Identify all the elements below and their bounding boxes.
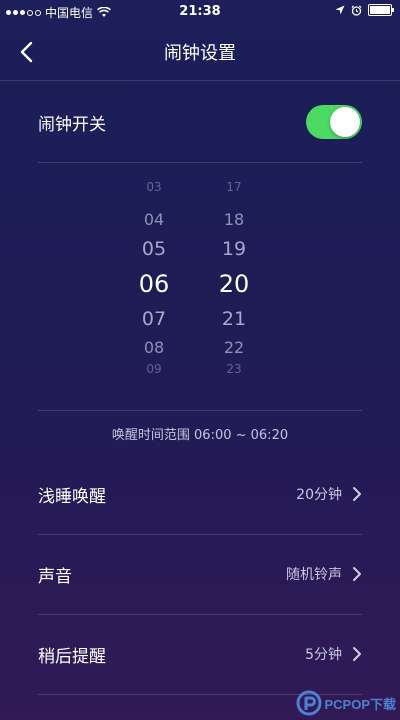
hour-option[interactable]: 09 bbox=[124, 362, 184, 376]
toggle-knob bbox=[330, 107, 360, 137]
hour-option[interactable]: 08 bbox=[124, 338, 184, 357]
hour-option[interactable]: 07 bbox=[124, 308, 184, 330]
battery-icon bbox=[368, 4, 394, 16]
alarm-switch-label: 闹钟开关 bbox=[38, 114, 106, 135]
status-bar: 中国电信 21:38 bbox=[0, 0, 400, 24]
minute-option[interactable]: 17 bbox=[204, 180, 264, 194]
settings-row-value: 随机铃声 bbox=[286, 567, 342, 583]
watermark: PCPOP下载 bbox=[296, 690, 396, 716]
hour-option[interactable]: 05 bbox=[124, 238, 184, 260]
settings-row-snooze[interactable]: 稍后提醒 5分钟 bbox=[38, 614, 362, 695]
hour-picker-column[interactable]: 03 04 05 06 07 08 09 bbox=[124, 162, 184, 410]
settings-row-right: 5分钟 bbox=[305, 644, 362, 664]
settings-row-right: 20分钟 bbox=[296, 484, 362, 504]
page-title: 闹钟设置 bbox=[164, 43, 236, 64]
watermark-logo-icon bbox=[296, 690, 322, 716]
minute-option[interactable]: 19 bbox=[204, 238, 264, 260]
chevron-right-icon bbox=[353, 647, 361, 661]
settings-row-light-sleep[interactable]: 浅睡唤醒 20分钟 bbox=[38, 454, 362, 535]
settings-row-label: 浅睡唤醒 bbox=[38, 486, 106, 507]
back-button[interactable] bbox=[12, 36, 44, 68]
location-arrow-icon bbox=[335, 5, 345, 15]
minute-option[interactable]: 23 bbox=[204, 362, 264, 376]
alarm-clock-icon bbox=[351, 5, 362, 16]
settings-row-value: 20分钟 bbox=[296, 487, 342, 503]
hour-option[interactable]: 03 bbox=[124, 180, 184, 194]
minute-option[interactable]: 22 bbox=[204, 338, 264, 357]
navigation-bar: 闹钟设置 bbox=[0, 24, 400, 81]
settings-row-label: 稍后提醒 bbox=[38, 646, 106, 667]
minute-option[interactable]: 21 bbox=[204, 308, 264, 330]
alarm-switch-row: 闹钟开关 bbox=[38, 82, 362, 163]
hour-option[interactable]: 04 bbox=[124, 210, 184, 229]
watermark-text: PCPOP下载 bbox=[324, 696, 396, 712]
minute-picker-column[interactable]: 17 18 19 20 21 22 23 bbox=[204, 162, 264, 410]
settings-row-right: 随机铃声 bbox=[286, 564, 362, 584]
alarm-toggle[interactable] bbox=[306, 105, 362, 139]
wake-time-range: 唤醒时间范围 06:00 ~ 06:20 bbox=[111, 428, 289, 443]
chevron-left-icon bbox=[20, 41, 33, 63]
settings-row-label: 声音 bbox=[38, 566, 72, 587]
settings-row-sound[interactable]: 声音 随机铃声 bbox=[38, 534, 362, 615]
chevron-right-icon bbox=[353, 487, 361, 501]
settings-row-value: 5分钟 bbox=[305, 647, 342, 663]
chevron-right-icon bbox=[353, 567, 361, 581]
minute-option[interactable]: 18 bbox=[204, 210, 264, 229]
minute-option-selected[interactable]: 20 bbox=[204, 270, 264, 298]
time-picker[interactable]: 03 04 05 06 07 08 09 17 18 19 20 21 22 2… bbox=[38, 162, 362, 411]
hour-option-selected[interactable]: 06 bbox=[124, 270, 184, 298]
status-right bbox=[335, 4, 394, 16]
